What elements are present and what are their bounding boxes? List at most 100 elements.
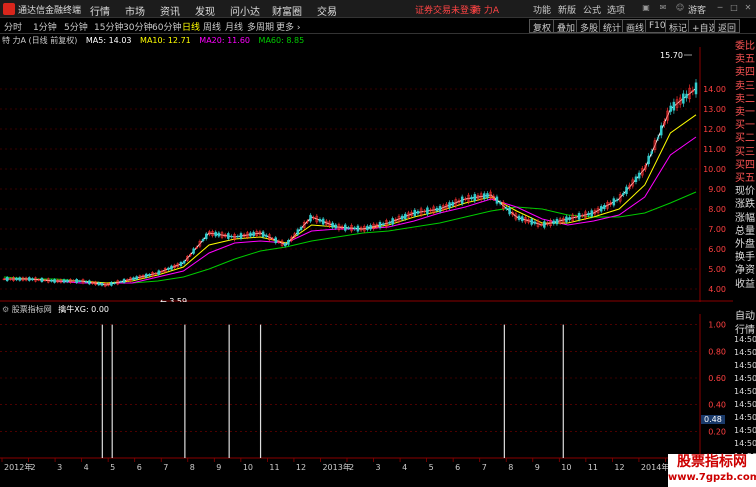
candle-body [669,105,672,112]
menu-item-function[interactable]: 功能 [533,3,551,16]
menu-item-trade[interactable]: 交易 [317,3,337,18]
watermark-url: www.7gpzb.com [668,472,756,483]
back-button[interactable]: 返回 [714,19,741,34]
period-tab-more[interactable]: 更多 › [276,20,300,33]
ma-info-line: 特 力A (日线 前复权) MA5: 14.03 MA10: 12.71 MA2… [0,35,310,47]
x-tick-label: 2014年 [641,462,669,472]
x-tick-label: 3 [57,463,62,472]
period-tab-1min[interactable]: 1分钟 [33,20,57,33]
ma-line-ma10 [4,114,697,284]
period-tab-60min[interactable]: 60分钟 [152,20,181,33]
quote-lower-label[interactable]: 行情 [735,321,755,336]
close-icon[interactable]: ✕ [742,3,754,15]
candle-body [530,218,533,225]
x-tick-label: 12 [296,463,306,472]
y-tick-label: 0.20 [708,427,726,436]
candle-body [498,202,502,204]
candle-body [381,223,385,226]
x-tick-label: 6 [455,463,460,472]
candle-body [283,243,287,247]
msg-icon[interactable]: ✉ [657,3,669,15]
candle-body [5,276,9,282]
period-tab-5min[interactable]: 5分钟 [64,20,88,33]
candle-body [75,279,78,283]
candle-body [50,279,53,282]
period-tab-daily[interactable]: 日线 [182,20,200,33]
indicator-gear-icon[interactable]: ⚙ [2,305,9,314]
menu-item-market[interactable]: 行情 [90,3,110,18]
candle-body [214,231,217,237]
candle-body [451,202,454,206]
candlestick-chart[interactable]: 14.00 13.00 12.00 11.00 10.00 9.00 8.00 7.00 6.0… [0,47,733,302]
y-tick-label: 7.00 [708,225,726,234]
menu-item-wealth[interactable]: 财富圈 [272,3,302,18]
candle-body [53,279,56,283]
candle-body [144,273,148,278]
indicator-chart[interactable]: 1.000.800.600.400.202012年2 3 4 5 6 7 8 9 10 11 12 2… [0,314,733,474]
candle-body [650,151,654,154]
chart-title: 特 力A (日线 前复权) [2,36,78,45]
candle-body [486,193,489,198]
candle-body [400,215,404,220]
candle-body [204,233,208,239]
candle-body [274,237,277,244]
candle-body [682,93,685,104]
period-tab-30min[interactable]: 30分钟 [123,20,152,33]
x-tick-label: 10 [561,463,571,472]
candle-body [201,239,205,241]
candle-body [672,101,676,111]
user-name[interactable]: 游客 [688,3,706,16]
y-tick-label: 0.80 [708,347,726,356]
x-tick-label: 8 [190,463,195,472]
candle-body [625,186,628,195]
menu-item-exchange[interactable]: 市场 [125,3,145,18]
x-tick-label: 9 [216,463,221,472]
maximize-icon[interactable]: □ [728,3,740,15]
candle-body [590,210,593,217]
candle-body [28,277,31,281]
candle-body [321,218,325,225]
low-price-label: ← 3.59 [160,297,187,302]
candle-body [170,265,173,270]
indicator-name: 擒牛XG: 0.00 [58,305,109,314]
candle-body [119,281,123,283]
x-tick-label: 11 [269,463,279,472]
menu-item-formula[interactable]: 公式 [583,3,601,16]
x-tick-label: 2 [349,463,354,472]
tick-time: 14:50 [734,387,756,396]
menu-item-discover[interactable]: 发现 [195,3,215,18]
candle-body [577,213,581,220]
x-tick-label: 4 [84,463,89,472]
tick-time: 14:50 [734,400,756,409]
candle-body [265,234,268,237]
adjust-button[interactable]: 复权 [529,19,556,34]
candle-body [656,137,660,139]
y-tick-label: 8.00 [708,205,726,214]
candle-body [637,172,641,179]
user-icon[interactable]: ☺ [674,3,686,15]
candle-body [587,212,590,216]
login-status[interactable]: 证券交易未登录 [415,3,478,16]
menu-item-ask[interactable]: 问小达 [230,3,260,18]
ma5-value: MA5: 14.03 [85,36,132,45]
quote-lower-label[interactable]: 自动 [735,307,755,322]
watermark-logo: 股票指标网 www.7gpzb.com [668,454,756,487]
candle-body [227,233,230,239]
candle-body [132,277,135,280]
period-tab-fenshi[interactable]: 分时 [4,20,22,33]
minimize-icon[interactable]: ─ [714,3,726,15]
candle-body [612,198,616,206]
menu-item-options[interactable]: 选项 [607,3,625,16]
menu-item-news[interactable]: 资讯 [160,3,180,18]
candle-body [249,232,252,237]
skin-icon[interactable]: ▣ [640,3,652,15]
candle-body [520,216,524,222]
candle-body [100,282,104,286]
menu-item-newver[interactable]: 新版 [558,3,576,16]
menu-bar: 通达信金融终端 行情 市场 资讯 发现 问小达 财富圈 交易 证券交易未登录 特… [0,0,756,18]
candle-body [615,199,619,201]
period-tab-weekly[interactable]: 周线 [203,20,221,33]
period-tab-multi[interactable]: 多周期 [247,20,274,33]
period-tab-monthly[interactable]: 月线 [225,20,243,33]
period-tab-15min[interactable]: 15分钟 [94,20,123,33]
